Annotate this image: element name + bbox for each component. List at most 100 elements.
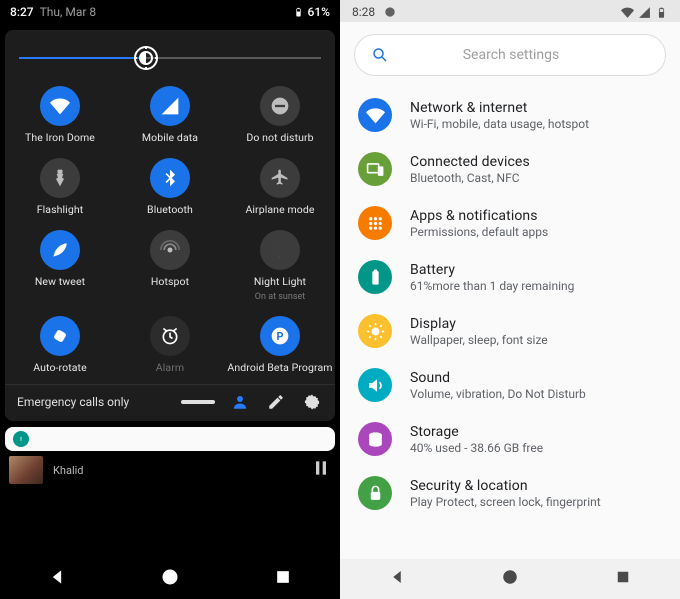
settings-row-title: Battery <box>410 262 574 278</box>
clock: 8:27 <box>10 5 34 19</box>
settings-row-sound[interactable]: Sound Volume, vibration, Do Not Disturb <box>340 358 680 412</box>
settings-row-title: Sound <box>410 370 586 386</box>
settings-row-title: Storage <box>410 424 543 440</box>
recents-button[interactable] <box>614 568 632 590</box>
home-button[interactable] <box>501 568 519 590</box>
page-indicator[interactable] <box>181 400 215 404</box>
qs-tile-label: Android Beta Program <box>227 362 332 374</box>
settings-app: 8:28 Search settings Network & internet … <box>340 0 680 599</box>
notification-card[interactable] <box>5 427 335 451</box>
settings-row-sub: 40% used - 38.66 GB free <box>410 441 543 455</box>
qs-tile-hotspot[interactable]: Hotspot <box>115 230 225 302</box>
settings-row-sub: Wi-Fi, mobile, data usage, hotspot <box>410 117 589 131</box>
qs-tile-label: Do not disturb <box>246 132 313 144</box>
qs-tile-sub: On at sunset <box>255 292 305 302</box>
settings-row-sub: Play Protect, screen lock, fingerprint <box>410 495 601 509</box>
settings-gear-icon[interactable] <box>301 391 323 413</box>
clock: 8:28 <box>352 5 375 19</box>
lock-icon <box>358 476 392 510</box>
back-button[interactable] <box>47 567 67 591</box>
settings-row-sub: Permissions, default apps <box>410 225 548 239</box>
wifi-icon <box>40 86 80 126</box>
date: Thu, Mar 8 <box>40 5 97 19</box>
battery-icon <box>293 5 304 19</box>
settings-row-sub: Wallpaper, sleep, font size <box>410 333 548 347</box>
status-bar: 8:27 Thu, Mar 8 61% <box>0 0 340 22</box>
settings-row-apps[interactable]: Apps & notifications Permissions, defaul… <box>340 196 680 250</box>
quick-settings-panel: 8:27 Thu, Mar 8 61% The Iron Dome Mobile… <box>0 0 340 599</box>
battery-icon <box>358 260 392 294</box>
hotspot-icon <box>150 230 190 270</box>
wifi-status-icon <box>621 6 634 19</box>
qs-tile-label: Hotspot <box>151 276 189 288</box>
settings-row-display[interactable]: Display Wallpaper, sleep, font size <box>340 304 680 358</box>
nav-bar <box>340 559 680 599</box>
qs-tile-dnd[interactable]: Do not disturb <box>225 86 335 144</box>
storage-icon <box>358 422 392 456</box>
settings-row-title: Security & location <box>410 478 601 494</box>
settings-list: Network & internet Wi-Fi, mobile, data u… <box>340 84 680 524</box>
recents-button[interactable] <box>273 567 293 591</box>
back-button[interactable] <box>388 568 406 590</box>
qs-tile-wifi[interactable]: The Iron Dome <box>5 86 115 144</box>
qs-tile-label: The Iron Dome <box>25 132 95 144</box>
brightness-thumb-icon[interactable] <box>134 46 158 70</box>
brightness-slider[interactable] <box>19 40 321 76</box>
rotate-icon <box>40 316 80 356</box>
apps-icon <box>358 206 392 240</box>
dnd-icon <box>260 86 300 126</box>
settings-row-storage[interactable]: Storage 40% used - 38.66 GB free <box>340 412 680 466</box>
qs-tile-label: Auto-rotate <box>33 362 87 374</box>
settings-row-title: Display <box>410 316 548 332</box>
qs-tile-rotate[interactable]: Auto-rotate <box>5 316 115 374</box>
alarm-icon <box>150 316 190 356</box>
moon-icon <box>260 230 300 270</box>
media-title: Khalid <box>53 464 84 477</box>
battery-status-icon <box>655 6 668 19</box>
qs-tile-bt[interactable]: Bluetooth <box>115 158 225 216</box>
user-switcher-icon[interactable] <box>229 391 251 413</box>
battery-pct: 61% <box>308 5 330 19</box>
search-settings[interactable]: Search settings <box>354 34 666 76</box>
settings-row-title: Connected devices <box>410 154 530 170</box>
settings-row-battery[interactable]: Battery 61%more than 1 day remaining <box>340 250 680 304</box>
home-button[interactable] <box>160 567 180 591</box>
pause-icon[interactable] <box>311 458 331 482</box>
settings-row-sub: Bluetooth, Cast, NFC <box>410 171 530 185</box>
qs-tile-label: Night Light <box>254 276 306 288</box>
edit-tiles-icon[interactable] <box>265 391 287 413</box>
display-icon <box>358 314 392 348</box>
flashlight-icon <box>40 158 80 198</box>
qs-tile-label: Alarm <box>156 362 184 374</box>
qs-tile-flash[interactable]: Flashlight <box>5 158 115 216</box>
search-placeholder: Search settings <box>373 47 649 63</box>
notification-dot-icon <box>383 5 397 19</box>
qs-footer: Emergency calls only <box>5 384 335 421</box>
signal-status-icon <box>638 6 651 19</box>
album-art <box>9 456 43 484</box>
bluetooth-icon <box>150 158 190 198</box>
wifi-icon <box>358 98 392 132</box>
qs-tile-label: Mobile data <box>142 132 198 144</box>
nav-bar <box>0 559 340 599</box>
app-badge-icon <box>13 431 29 447</box>
media-player[interactable]: Khalid <box>5 455 335 485</box>
qs-tile-label: New tweet <box>35 276 85 288</box>
qs-tile-beta[interactable]: Android Beta Program <box>225 316 335 374</box>
settings-row-sub: Volume, vibration, Do Not Disturb <box>410 387 586 401</box>
airplane-icon <box>260 158 300 198</box>
qs-tile-night[interactable]: Night Light On at sunset <box>225 230 335 302</box>
status-bar: 8:28 <box>340 0 680 22</box>
qs-tile-label: Bluetooth <box>147 204 193 216</box>
settings-row-security[interactable]: Security & location Play Protect, screen… <box>340 466 680 520</box>
qs-tile-data[interactable]: Mobile data <box>115 86 225 144</box>
qs-tile-tweet[interactable]: New tweet <box>5 230 115 302</box>
qs-tile-alarm[interactable]: Alarm <box>115 316 225 374</box>
qs-tile-label: Flashlight <box>37 204 84 216</box>
settings-row-network[interactable]: Network & internet Wi-Fi, mobile, data u… <box>340 88 680 142</box>
qs-tile-label: Airplane mode <box>245 204 314 216</box>
settings-row-devices[interactable]: Connected devices Bluetooth, Cast, NFC <box>340 142 680 196</box>
network-status: Emergency calls only <box>17 395 129 409</box>
qs-tile-airplane[interactable]: Airplane mode <box>225 158 335 216</box>
feather-icon <box>40 230 80 270</box>
